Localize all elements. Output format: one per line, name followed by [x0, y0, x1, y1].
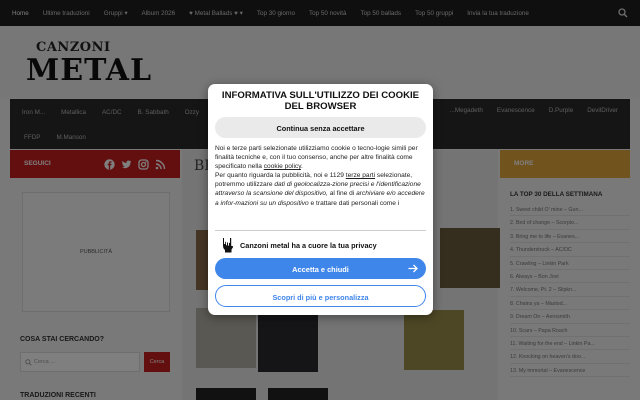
cookie-consent-dialog: INFORMATIVA SULL'UTILIZZO DEI COOKIE DEL… — [208, 84, 433, 315]
accept-label: Accetta e chiudi — [292, 264, 349, 274]
accept-and-close-button[interactable]: Accetta e chiudi — [215, 258, 426, 279]
privacy-notice-row: Canzoni metal ha a cuore la tua privacy — [222, 236, 377, 254]
policy-text: Noi e terze parti selezionate utilizziam… — [215, 145, 418, 171]
cookie-policy-text: Noi e terze parti selezionate utilizziam… — [215, 144, 427, 230]
continue-without-accepting-button[interactable]: Continua senza accettare — [215, 117, 426, 138]
policy-text: . — [301, 163, 303, 171]
dialog-title: INFORMATIVA SULL'UTILIZZO DEI COOKIE DEL… — [221, 90, 420, 112]
learn-more-customize-button[interactable]: Scopri di più e personalizza — [215, 285, 426, 307]
devil-hand-icon — [223, 238, 234, 253]
arrow-right-icon — [408, 264, 418, 273]
privacy-notice-text: Canzoni metal ha a cuore la tua privacy — [240, 240, 377, 250]
divider — [215, 230, 426, 231]
third-parties-link[interactable]: terze parti — [346, 172, 375, 179]
cookie-policy-link[interactable]: cookie policy — [264, 163, 301, 170]
policy-text: al fine di — [327, 190, 357, 198]
policy-text: e trattare dati personali come i — [308, 199, 400, 207]
policy-text: Per quanto riguarda la pubblicità, noi e… — [215, 172, 346, 180]
